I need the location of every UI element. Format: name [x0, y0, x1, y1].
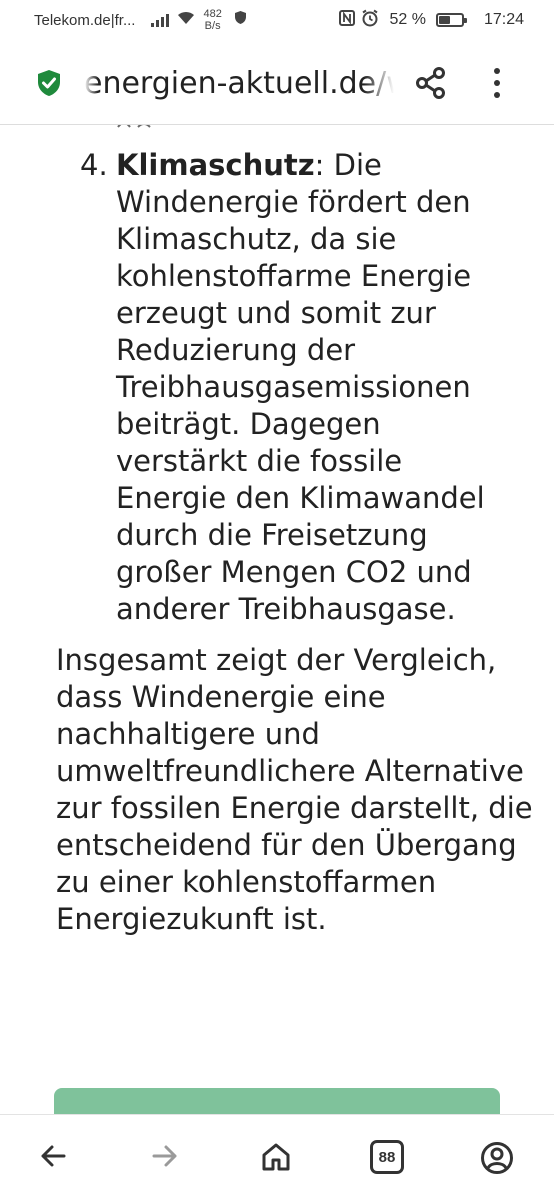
network-speed-value: 482 — [203, 8, 222, 20]
share-icon[interactable] — [414, 66, 448, 104]
tabs-icon[interactable]: 88 — [370, 1140, 404, 1174]
home-icon[interactable] — [260, 1141, 292, 1173]
summary-paragraph: Insgesamt zeigt der Vergleich, dass Wind… — [56, 643, 533, 936]
alarm-icon — [361, 9, 379, 32]
tab-count[interactable]: 88 — [370, 1140, 404, 1174]
nfc-icon — [339, 9, 356, 31]
network-speed: 482 B/s — [203, 8, 221, 32]
list-number: 4. — [80, 148, 108, 182]
clock: 17:24 — [483, 11, 524, 28]
previous-line-fragment — [116, 125, 156, 138]
battery-icon — [435, 13, 467, 27]
battery-percent: 52 % — [389, 11, 426, 28]
wifi-icon — [177, 11, 195, 30]
browser-screen: Telekom.de|fr... 482 B/s 52 % 17:24 ener… — [0, 0, 554, 1200]
page-content[interactable]: 4. Klimaschutz: Die Windenergie fördert … — [0, 125, 554, 1115]
forward-arrow-icon[interactable] — [150, 1141, 180, 1171]
shield-icon — [234, 10, 247, 30]
url-text[interactable]: energien-aktuell.de/w — [84, 66, 394, 102]
url-bar: energien-aktuell.de/w — [0, 42, 554, 124]
status-bar: Telekom.de|fr... 482 B/s 52 % 17:24 — [0, 0, 554, 40]
carrier-name: Telekom.de|fr... — [34, 11, 136, 29]
battery-fill — [438, 16, 450, 24]
status-right: 52 % 17:24 — [339, 9, 524, 32]
list-item-body: Klimaschutz: Die Windenergie fördert den… — [116, 147, 516, 628]
bottom-navigation: 88 — [0, 1114, 554, 1200]
more-options-icon[interactable] — [494, 68, 500, 98]
signal-icon — [151, 13, 170, 27]
list-item-text: : Die Windenergie fördert den Klimaschut… — [116, 148, 485, 626]
profile-icon[interactable] — [480, 1141, 514, 1175]
green-callout-box — [54, 1088, 500, 1115]
list-item-heading: Klimaschutz — [116, 148, 315, 182]
network-speed-unit: B/s — [204, 20, 221, 32]
shield-check-icon[interactable] — [36, 69, 62, 101]
back-arrow-icon[interactable] — [38, 1141, 68, 1171]
